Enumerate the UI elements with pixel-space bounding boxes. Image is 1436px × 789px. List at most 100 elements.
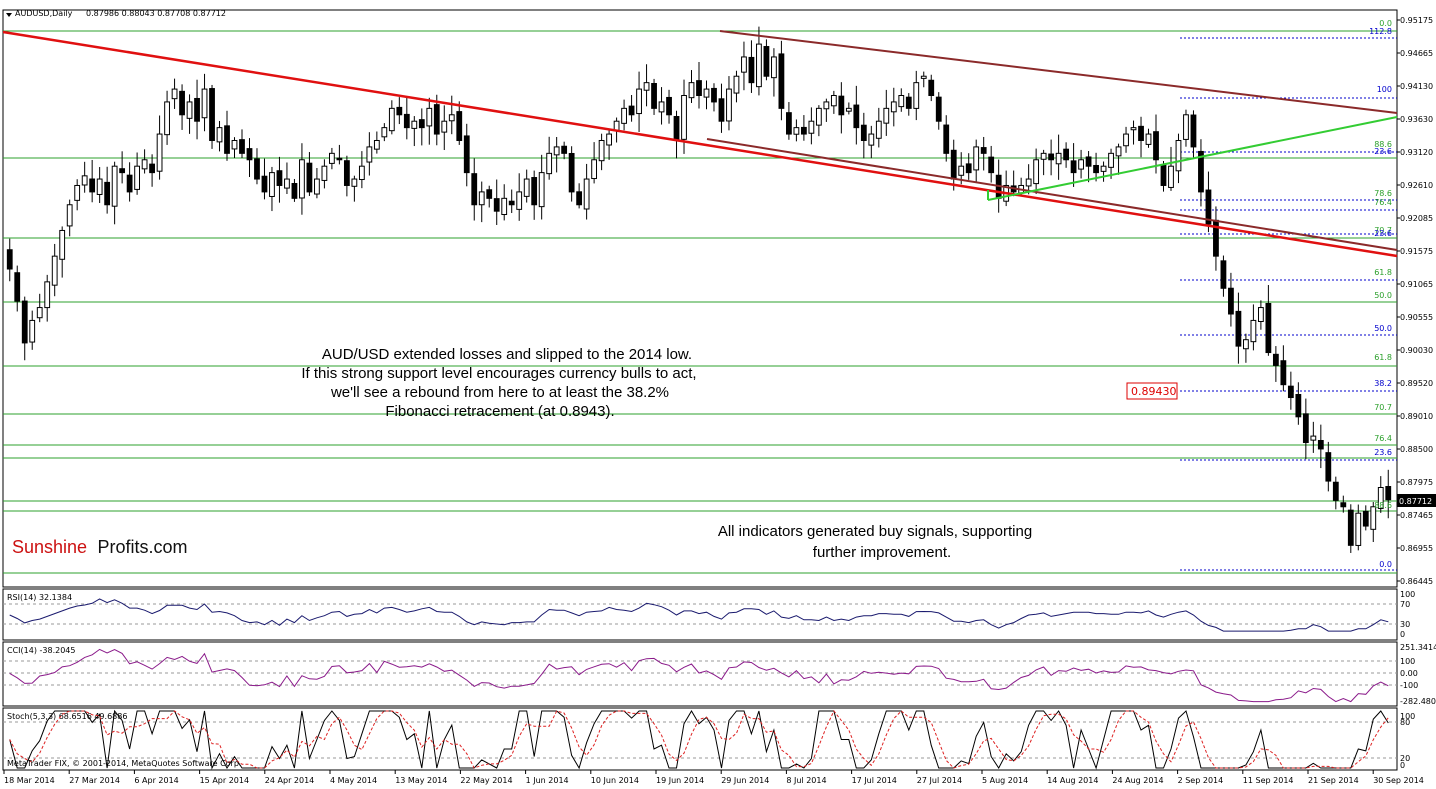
candle-body [1272,353,1279,366]
candle-body [748,56,755,84]
candle-body [261,175,268,193]
cci-scale-0: 0.00 [1400,669,1418,678]
candle-body [1130,127,1137,131]
candle-body [845,107,852,112]
date-axis: 18 Mar 2014 27 Mar 2014 6 Apr 2014 15 Apr 2… [3,770,1424,785]
candle-body [673,116,680,141]
candle-body [568,152,575,193]
candle-body [299,159,305,199]
chart-symbol: AUDUSD,Daily [15,9,73,18]
date-tick-label: 19 Jun 2014 [656,776,704,785]
candle-body [1078,159,1084,170]
candle-body [1063,148,1070,161]
copyright-text: MetaTrader FIX, © 2001-2014, MetaQuotes … [7,759,241,768]
candle-body [201,88,208,119]
candle-body [553,146,560,156]
candle-body [973,146,980,171]
candle-body [1108,152,1114,168]
stoch-scale-0: 0 [1400,761,1405,770]
price-tick-label: 0.86955 [1400,544,1433,553]
cci-scale-max: 251.3414 [1400,643,1436,652]
candle-body [636,88,642,115]
price-tick-label: 0.87465 [1400,511,1433,520]
candle-body [1265,302,1272,354]
candle-body [276,170,283,186]
date-tick-label: 14 Aug 2014 [1047,776,1098,785]
candle-body [815,107,822,126]
candle-body [403,113,410,129]
candle-body [681,95,687,140]
candle-body [411,120,418,129]
candle-body [119,168,126,174]
candle-body [711,87,717,103]
candle-body [1070,160,1077,174]
candle-body [104,181,111,206]
candle-body [186,101,193,119]
candle-body [1355,512,1362,546]
candle-body [1340,502,1347,508]
candle-body [823,101,830,110]
candle-body [164,101,170,136]
candle-body [66,204,73,227]
price-tick-label: 0.91065 [1400,280,1433,289]
candle-body [366,146,373,163]
candle-body [733,75,740,94]
date-tick-label: 18 Mar 2014 [4,776,55,785]
fib-level-label: 23.6 [1374,229,1392,238]
candle-body [209,88,215,141]
candle-body [576,191,583,206]
price-tick-label: 0.89010 [1400,412,1433,421]
candle-body [1115,146,1122,157]
candle-body [1025,178,1032,187]
candle-body [6,249,13,270]
candle-body [1257,307,1264,322]
candle-body [583,178,590,210]
candle-body [141,159,148,170]
candle-body [51,255,58,286]
candle-body [905,96,912,109]
candle-body [628,105,635,116]
candle-body [778,53,785,109]
rsi-scale-0: 0 [1400,630,1405,639]
date-tick-label: 17 Jul 2014 [852,776,897,785]
candle-body [471,173,478,206]
fib-level-label: 70.7 [1374,403,1392,412]
candle-body [351,178,358,187]
candle-body [396,106,403,116]
svg-text:Fibonacci retracement (at 0.89: Fibonacci retracement (at 0.8943). [385,403,614,420]
candle-body [1243,339,1249,350]
candle-body [254,158,260,180]
candle-body [1145,133,1152,145]
date-tick-label: 11 Sep 2014 [1243,776,1294,785]
candle-body [643,82,650,91]
candle-body [651,83,657,109]
candle-body [1287,385,1294,399]
svg-text:further improvement.: further improvement. [813,544,951,561]
candle-body [1160,164,1167,186]
fib-level-label: 23.6 [1374,147,1392,156]
cci-scale-100: 100 [1400,657,1415,666]
candle-body [890,101,897,113]
candle-body [703,88,710,98]
candle-body [96,178,103,195]
candle-body [621,107,627,124]
candle-body [1370,506,1377,530]
candle-body [756,43,762,88]
candle-body [1385,486,1392,501]
candle-body [1123,133,1129,147]
candle-body [418,119,425,129]
candle-body [493,198,500,212]
candle-body [988,156,995,174]
candle-body [216,127,223,143]
candle-body [516,191,523,210]
candle-body [1100,165,1107,172]
candle-body [800,126,807,135]
candle-body [21,300,28,344]
date-tick-label: 29 Jun 2014 [721,776,769,785]
date-tick-label: 8 Jul 2014 [786,776,826,785]
candle-body [111,165,118,207]
candle-body [546,152,553,175]
candle-body [171,88,178,100]
fib-level-label: 112.8 [1369,27,1392,36]
fib-level-label: 78.6 [1374,189,1392,198]
